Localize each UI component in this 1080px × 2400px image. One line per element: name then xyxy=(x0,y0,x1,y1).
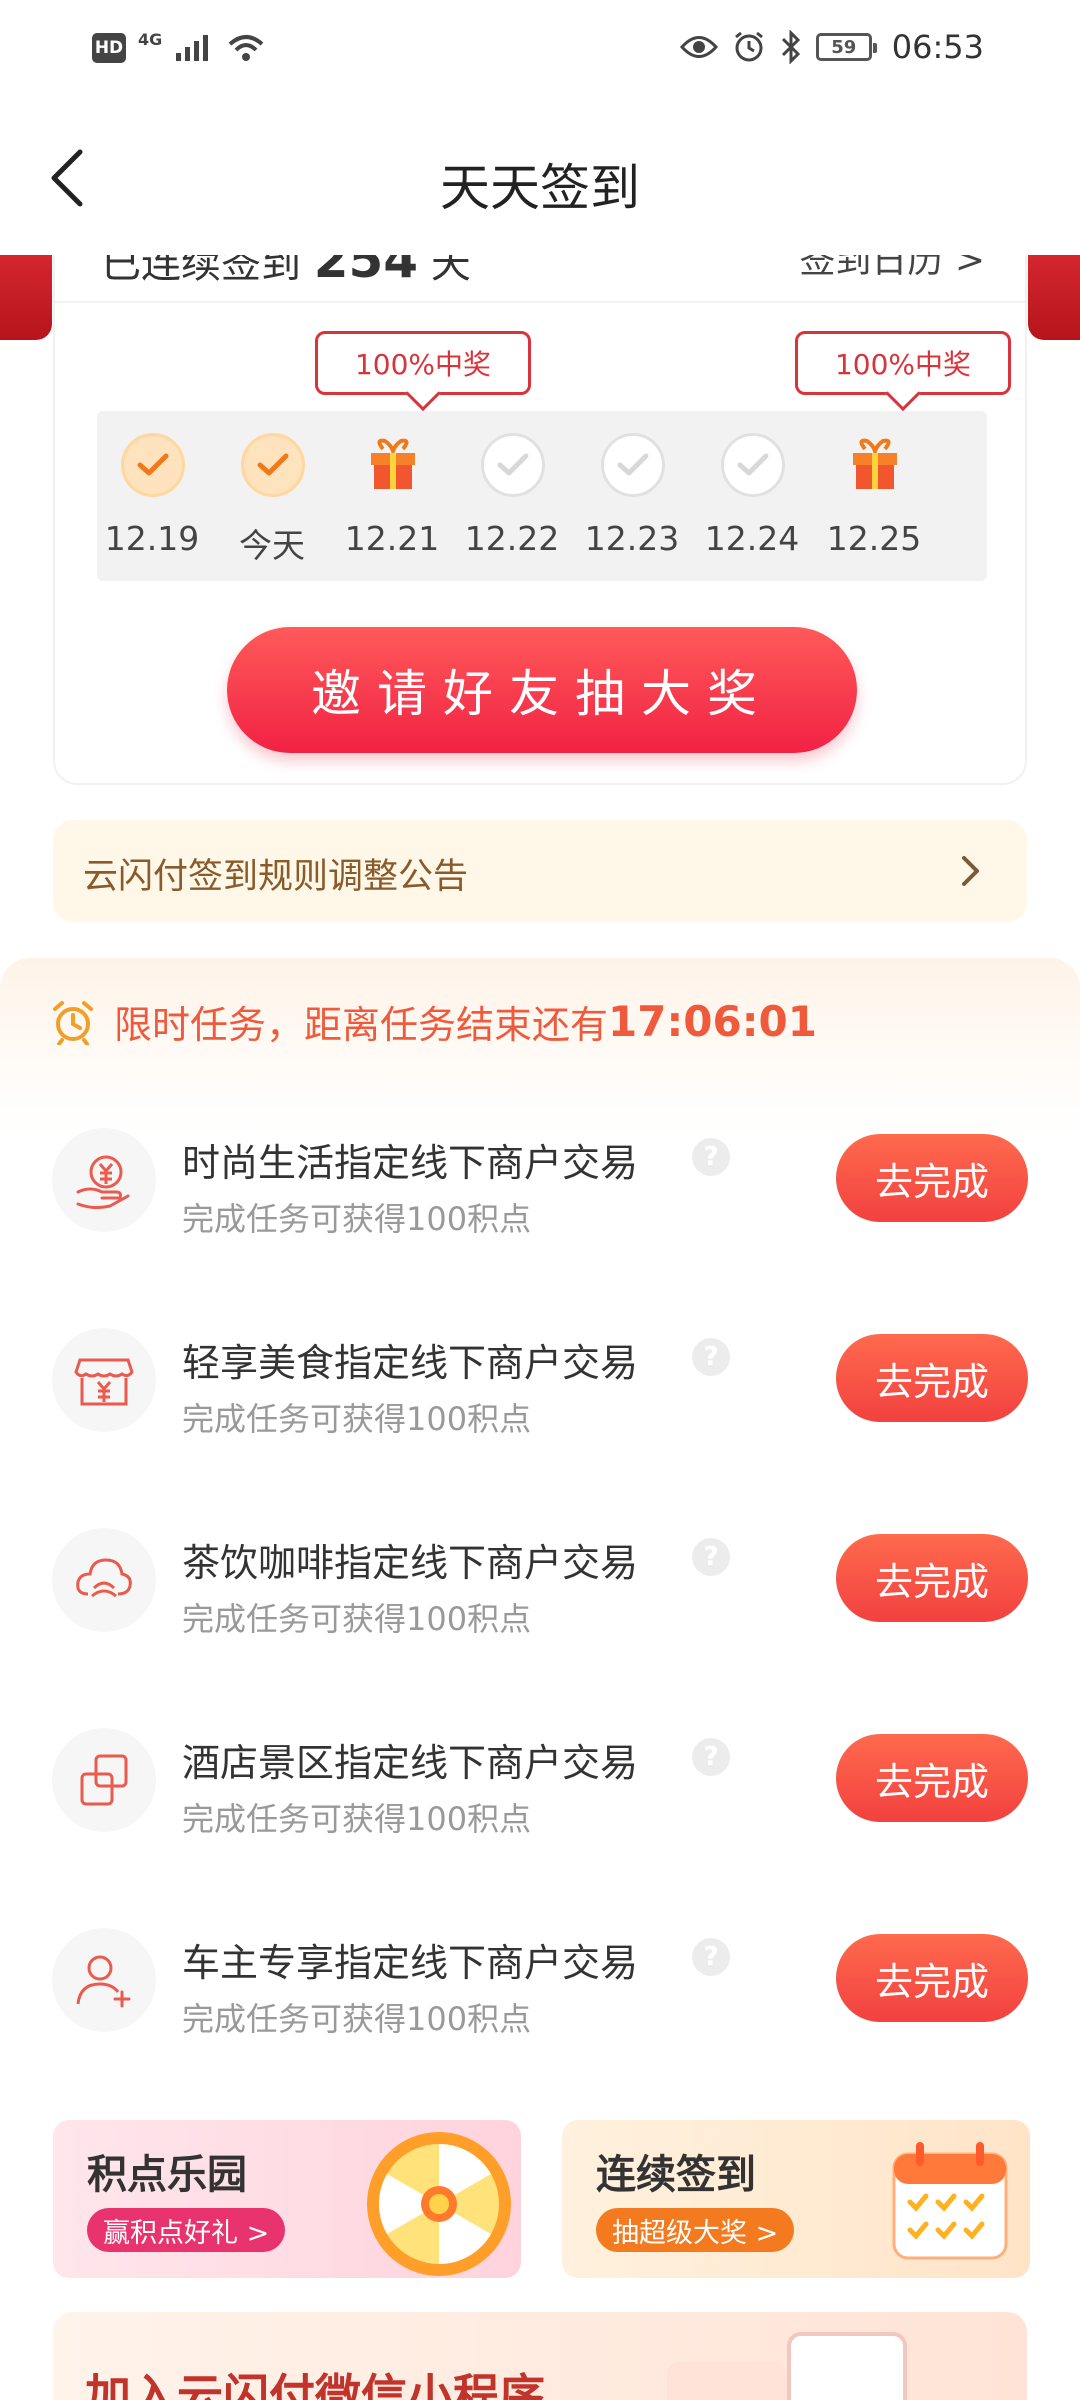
task-title: 酒店景区指定线下商户交易 xyxy=(182,1741,639,1785)
check-done-icon xyxy=(241,433,305,497)
store-yuan-icon xyxy=(52,1328,156,1432)
help-icon[interactable]: ? xyxy=(692,1138,730,1176)
task-description: 完成任务可获得100积点 xyxy=(182,2000,532,2038)
lucky-wheel-icon xyxy=(367,2132,511,2276)
user-add-icon xyxy=(52,1928,156,2032)
mini-program-text: 加入云闪付微信小程序 xyxy=(85,2369,545,2400)
gift-icon xyxy=(361,433,425,497)
eye-icon xyxy=(679,36,718,58)
banner-decoration xyxy=(667,2362,787,2400)
day-label: 12.23 xyxy=(584,519,680,558)
invite-friends-button[interactable]: 邀请好友抽大奖 xyxy=(227,627,857,753)
hand-yuan-icon xyxy=(52,1128,156,1232)
task-title: 茶饮咖啡指定线下商户交易 xyxy=(182,1541,639,1585)
streak-label: 已连续签到 xyxy=(101,255,301,287)
help-icon[interactable]: ? xyxy=(692,1338,730,1376)
task-title: 轻享美食指定线下商户交易 xyxy=(182,1341,639,1385)
prize-tag: 100%中奖 xyxy=(795,331,1011,395)
continuous-sign-card[interactable]: 连续签到 抽超级大奖 > xyxy=(562,2120,1030,2278)
day-label: 12.24 xyxy=(704,519,800,558)
day-label: 12.25 xyxy=(826,519,922,558)
task-item: 茶饮咖啡指定线下商户交易 ? 完成任务可获得100积点 去完成 xyxy=(0,1518,1080,1678)
status-bar: HD 4G 59 06:53 xyxy=(0,0,1080,100)
battery-indicator: 59 xyxy=(815,33,877,61)
day-label: 12.22 xyxy=(464,519,560,558)
task-complete-button[interactable]: 去完成 xyxy=(836,1534,1028,1622)
day-item: 12.24 xyxy=(697,411,807,581)
signal-icon xyxy=(176,35,209,61)
chevron-right-icon xyxy=(962,856,979,886)
streak-days: 254 xyxy=(313,255,419,289)
notice-bar[interactable]: 云闪付签到规则调整公告 xyxy=(53,820,1027,922)
day-item: 12.25 xyxy=(819,411,929,581)
mini-program-banner[interactable]: 加入云闪付微信小程序 xyxy=(53,2312,1027,2400)
help-icon[interactable]: ? xyxy=(692,1538,730,1576)
sign-header: 已连续签到 254 天 签到日历 > xyxy=(55,255,1025,303)
bluetooth-icon xyxy=(781,30,800,64)
check-done-icon xyxy=(121,433,185,497)
points-park-card[interactable]: 积点乐园 赢积点好礼 > xyxy=(53,2120,521,2278)
network-type: 4G xyxy=(138,29,163,49)
check-pending-icon xyxy=(601,433,665,497)
task-description: 完成任务可获得100积点 xyxy=(182,1600,532,1638)
day-item: 12.22 xyxy=(457,411,567,581)
check-pending-icon xyxy=(721,433,785,497)
promo-tag: 赢积点好礼 > xyxy=(87,2208,286,2252)
notice-text: 云闪付签到规则调整公告 xyxy=(83,857,469,897)
hd-badge: HD xyxy=(92,33,126,63)
page-title: 天天签到 xyxy=(440,159,640,217)
timer-label: 限时任务，距离任务结束还有 xyxy=(114,1003,609,1047)
task-description: 完成任务可获得100积点 xyxy=(182,1400,532,1438)
streak-unit: 天 xyxy=(430,255,471,287)
day-label: 12.19 xyxy=(104,519,200,558)
help-icon[interactable]: ? xyxy=(692,1938,730,1976)
task-complete-button[interactable]: 去完成 xyxy=(836,1134,1028,1222)
task-complete-button[interactable]: 去完成 xyxy=(836,1334,1028,1422)
gift-icon xyxy=(843,433,907,497)
status-left: HD 4G xyxy=(92,29,266,64)
promo-tag: 抽超级大奖 > xyxy=(596,2208,795,2252)
ribbon-right-decoration xyxy=(1028,255,1080,340)
ribbon-left-decoration xyxy=(0,255,52,340)
sign-days-strip: 12.19 今天 12.21 12.22 12.23 12.24 12.25 xyxy=(97,411,987,581)
nav-bar: 天天签到 xyxy=(0,100,1080,255)
clock: 06:53 xyxy=(891,28,984,66)
day-item: 今天 xyxy=(217,411,327,581)
day-item: 12.21 xyxy=(337,411,447,581)
timer-row: 限时任务，距离任务结束还有 17:06:01 xyxy=(50,994,817,1049)
day-item: 12.19 xyxy=(97,411,207,581)
timer-value: 17:06:01 xyxy=(608,997,817,1046)
cloud-link-icon xyxy=(52,1528,156,1632)
task-panel: 限时任务，距离任务结束还有 17:06:01 时尚生活指定线下商户交易 ? 完成… xyxy=(0,958,1080,2118)
task-complete-button[interactable]: 去完成 xyxy=(836,1734,1028,1822)
sign-in-card: 已连续签到 254 天 签到日历 > 100%中奖 100%中奖 12.19 今… xyxy=(53,255,1027,785)
prize-tag: 100%中奖 xyxy=(315,331,531,395)
alarm-status-icon xyxy=(734,31,763,62)
copy-squares-icon xyxy=(52,1728,156,1832)
sign-calendar-link[interactable]: 签到日历 > xyxy=(799,255,985,283)
day-label: 12.21 xyxy=(344,519,440,558)
status-right: 59 06:53 xyxy=(679,28,984,66)
task-title: 车主专享指定线下商户交易 xyxy=(182,1941,639,1985)
task-title: 时尚生活指定线下商户交易 xyxy=(182,1141,639,1185)
wifi-icon xyxy=(228,35,264,61)
day-item: 12.23 xyxy=(577,411,687,581)
help-icon[interactable]: ? xyxy=(692,1738,730,1776)
task-description: 完成任务可获得100积点 xyxy=(182,1200,532,1238)
day-label: 今天 xyxy=(239,526,305,565)
task-description: 完成任务可获得100积点 xyxy=(182,1800,532,1838)
task-complete-button[interactable]: 去完成 xyxy=(836,1934,1028,2022)
promo-title: 积点乐园 xyxy=(87,2152,247,2198)
task-item: 轻享美食指定线下商户交易 ? 完成任务可获得100积点 去完成 xyxy=(0,1318,1080,1478)
streak-text: 已连续签到 254 天 xyxy=(101,255,471,289)
task-item: 车主专享指定线下商户交易 ? 完成任务可获得100积点 去完成 xyxy=(0,1918,1080,2078)
check-pending-icon xyxy=(481,433,545,497)
alarm-icon xyxy=(53,1000,93,1045)
phone-illustration-icon xyxy=(787,2332,907,2400)
task-item: 酒店景区指定线下商户交易 ? 完成任务可获得100积点 去完成 xyxy=(0,1718,1080,1878)
promo-title: 连续签到 xyxy=(596,2152,756,2198)
task-item: 时尚生活指定线下商户交易 ? 完成任务可获得100积点 去完成 xyxy=(0,1118,1080,1278)
calendar-icon xyxy=(892,2142,1008,2260)
